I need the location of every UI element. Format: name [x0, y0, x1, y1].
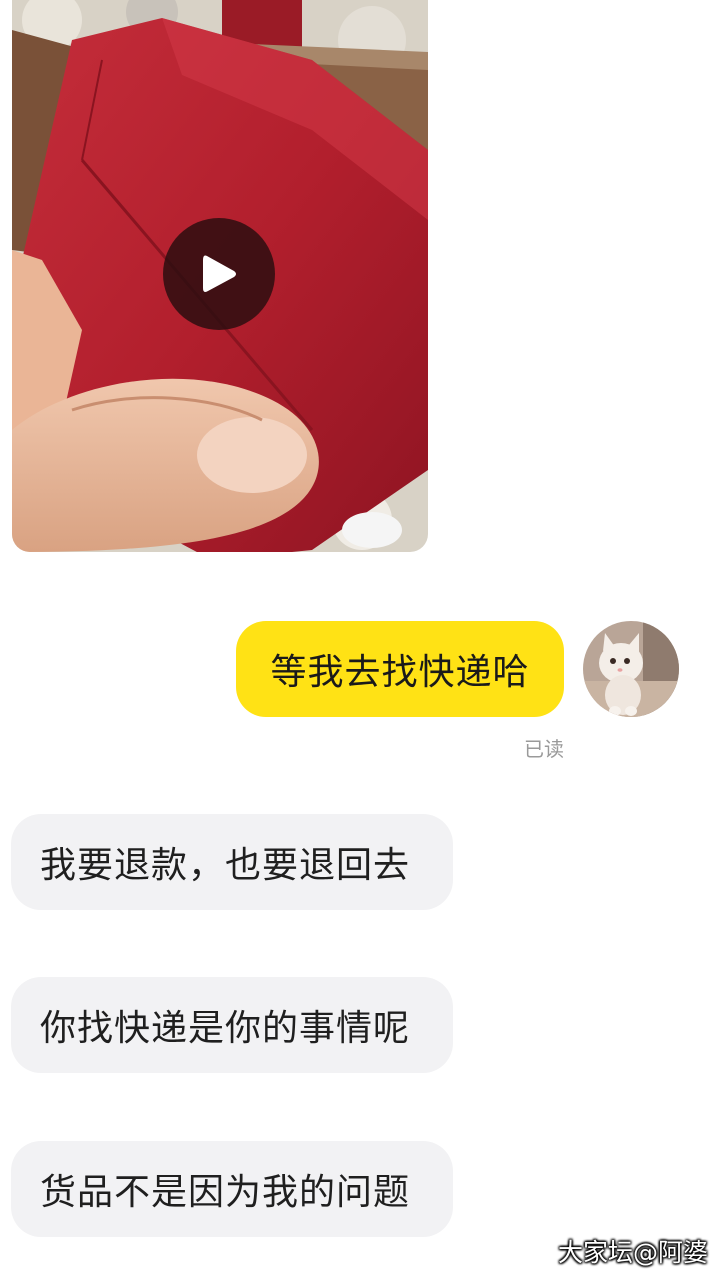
incoming-message-bubble[interactable]: 你找快递是你的事情呢: [11, 977, 453, 1073]
watermark: 大家坛@阿婆: [557, 1238, 708, 1267]
play-button[interactable]: [163, 218, 275, 330]
read-status: 已读: [524, 737, 564, 761]
video-message[interactable]: [12, 0, 428, 552]
chat-conversation: 等我去找快递哈 已读 我要退款，也要退回去 你找快递是你的事情呢 货品不是因为我…: [0, 0, 720, 1283]
cat-avatar-icon[interactable]: [583, 621, 679, 717]
incoming-message-bubble[interactable]: 货品不是因为我的问题: [11, 1141, 453, 1237]
incoming-message-bubble[interactable]: 我要退款，也要退回去: [11, 814, 453, 910]
play-icon: [203, 255, 236, 292]
outgoing-message-bubble[interactable]: 等我去找快递哈: [236, 621, 564, 717]
